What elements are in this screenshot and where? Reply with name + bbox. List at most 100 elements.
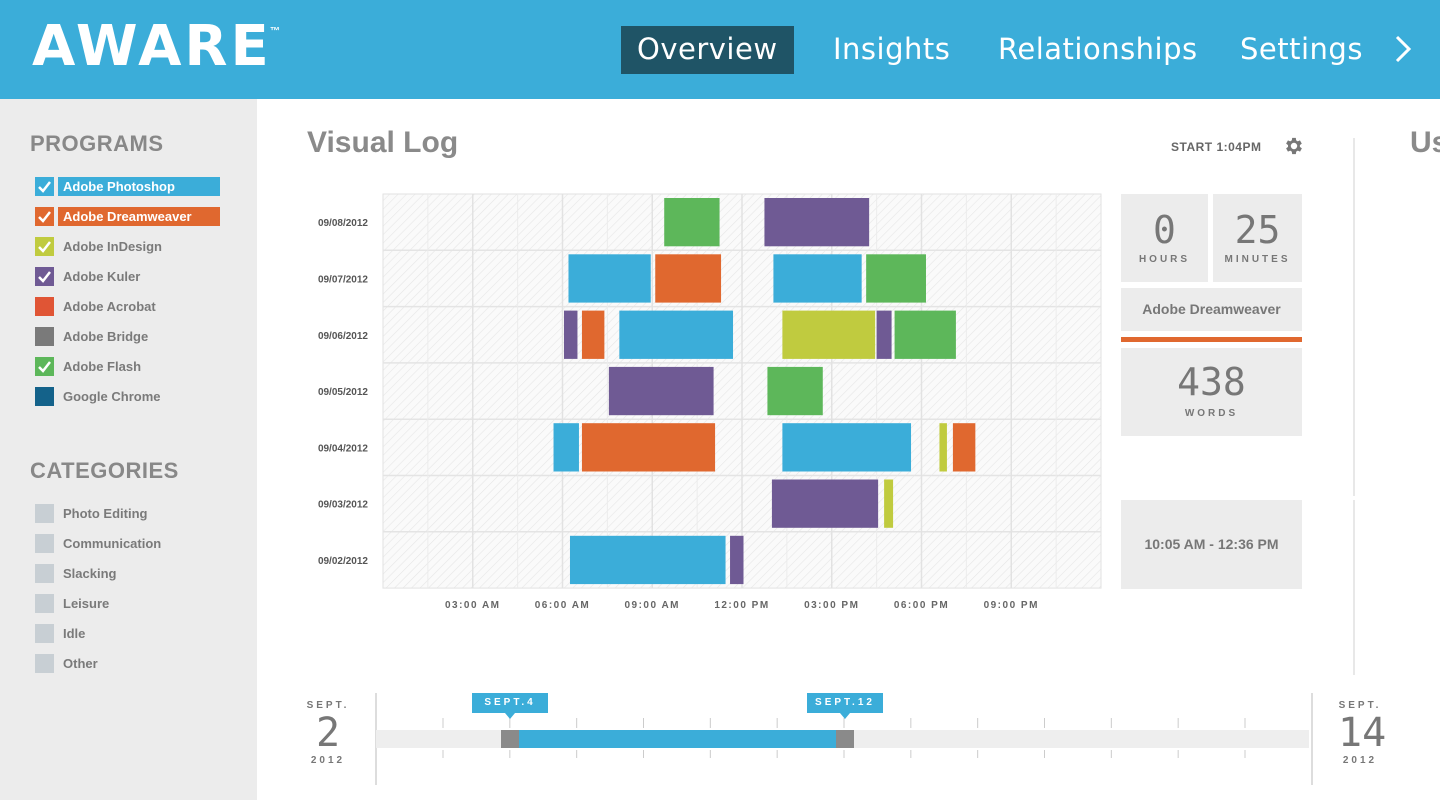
categories-heading: CATEGORIES (30, 458, 179, 483)
category-label: Communication (63, 535, 162, 551)
program-item-adobe-indesign[interactable]: Adobe InDesign (35, 236, 167, 256)
activity-bar (894, 310, 956, 359)
activity-bar (730, 535, 744, 585)
selected-range-bar (519, 730, 845, 748)
row-date-label: 09/07/2012 (318, 274, 368, 285)
checkbox-checked-icon[interactable] (35, 176, 54, 196)
activity-bar (581, 423, 716, 472)
column-divider (1353, 500, 1355, 675)
category-checkbox[interactable] (35, 653, 54, 673)
category-checkbox[interactable] (35, 503, 54, 523)
program-label: Google Chrome (63, 388, 161, 404)
activity-bar (952, 423, 976, 472)
activity-bar (664, 198, 720, 247)
program-item-google-chrome[interactable]: Google Chrome (35, 386, 166, 406)
x-tick-label: 12:00 PM (714, 600, 769, 611)
checkbox-color-swatch[interactable] (35, 326, 54, 346)
program-item-adobe-kuler[interactable]: Adobe Kuler (35, 266, 145, 286)
activity-bar (773, 254, 862, 303)
row-date-label: 09/06/2012 (318, 331, 368, 342)
x-tick-label: 09:00 AM (624, 600, 680, 611)
hours-value: 0 (1153, 208, 1176, 252)
nav-tab-relationships[interactable]: Relationships (998, 26, 1198, 74)
nav-tab-insights[interactable]: Insights (833, 26, 950, 74)
category-label: Leisure (63, 595, 110, 611)
checkbox-checked-icon[interactable] (35, 266, 54, 286)
words-stat: 438 WORDS (1121, 348, 1302, 436)
program-item-adobe-photoshop[interactable]: Adobe Photoshop (35, 176, 220, 196)
category-item-photo-editing[interactable]: Photo Editing (35, 503, 152, 523)
program-label: Adobe Dreamweaver (58, 206, 220, 226)
program-label: Adobe Flash (63, 358, 142, 374)
range-start-flag[interactable]: SEPT.4 (472, 693, 548, 719)
program-item-adobe-acrobat[interactable]: Adobe Acrobat (35, 296, 161, 316)
sidebar (0, 99, 257, 800)
checkbox-checked-icon[interactable] (35, 206, 54, 226)
activity-bar (771, 479, 879, 528)
selected-program-color-bar (1121, 337, 1302, 342)
category-checkbox[interactable] (35, 533, 54, 553)
category-item-leisure[interactable]: Leisure (35, 593, 114, 613)
activity-bar (563, 310, 578, 359)
program-label: Adobe Kuler (63, 268, 141, 284)
x-tick-label: 03:00 PM (804, 600, 859, 611)
nav-tab-settings[interactable]: Settings (1240, 26, 1363, 74)
category-label: Photo Editing (63, 505, 148, 521)
activity-bar (884, 479, 894, 528)
row-date-label: 09/05/2012 (318, 387, 368, 398)
activity-bar (876, 310, 892, 359)
selected-program-box: Adobe Dreamweaver (1121, 288, 1302, 331)
program-item-adobe-flash[interactable]: Adobe Flash (35, 356, 146, 376)
visual-log-chart: 03:00 AM 06:00 AM 09:00 AM 12:00 PM 03:00 PM… (318, 193, 1102, 611)
category-checkbox[interactable] (35, 563, 54, 583)
category-label: Idle (63, 625, 86, 641)
time-range-text: 10:05 AM - 12:36 PM (1144, 536, 1279, 552)
activity-bar (764, 198, 870, 247)
timeline-end-day: 14 (1338, 710, 1387, 756)
right-panel-title: Us (1410, 126, 1440, 159)
hours-label: HOURS (1138, 254, 1191, 265)
category-checkbox[interactable] (35, 623, 54, 643)
minutes-stat: 25 MINUTES (1213, 194, 1302, 282)
gear-icon[interactable] (1283, 135, 1305, 157)
minutes-value: 25 (1234, 208, 1281, 252)
timeline-start-day: 2 (315, 710, 341, 756)
row-date-label: 09/02/2012 (318, 556, 368, 567)
category-item-other[interactable]: Other (35, 653, 103, 673)
range-start-handle (501, 730, 519, 748)
x-tick-label: 06:00 PM (894, 600, 949, 611)
category-item-slacking[interactable]: Slacking (35, 563, 121, 583)
checkbox-checked-icon[interactable] (35, 236, 54, 256)
words-label: WORDS (1184, 408, 1239, 419)
category-checkbox[interactable] (35, 593, 54, 613)
timeline-end-year: 2012 (1342, 755, 1378, 766)
page-title: Visual Log (307, 126, 459, 159)
row-date-label: 09/04/2012 (318, 443, 368, 454)
chevron-right-icon[interactable] (1392, 34, 1414, 64)
range-end-handle (836, 730, 854, 748)
top-nav-bar: AWARE ™ Overview Insights Relationships … (0, 0, 1440, 99)
program-label: Adobe Bridge (63, 328, 149, 344)
nav-tab-overview[interactable]: Overview (621, 26, 794, 74)
checkbox-checked-icon[interactable] (35, 356, 54, 376)
start-time-label: START 1:04PM (1171, 140, 1262, 154)
program-item-adobe-dreamweaver[interactable]: Adobe Dreamweaver (35, 206, 220, 226)
checkbox-color-swatch[interactable] (35, 296, 54, 316)
minutes-label: MINUTES (1224, 254, 1291, 265)
category-item-idle[interactable]: Idle (35, 623, 90, 643)
program-label: Adobe Photoshop (58, 176, 220, 196)
category-label: Slacking (63, 565, 117, 581)
column-divider (1353, 138, 1355, 496)
category-item-communication[interactable]: Communication (35, 533, 166, 553)
timeline-start-year: 2012 (310, 755, 346, 766)
checkbox-color-swatch[interactable] (35, 386, 54, 406)
row-date-label: 09/08/2012 (318, 218, 368, 229)
app-logo[interactable]: AWARE (32, 18, 272, 76)
range-end-flag[interactable]: SEPT.12 (807, 693, 883, 719)
programs-heading: PROGRAMS (30, 131, 164, 156)
program-item-adobe-bridge[interactable]: Adobe Bridge (35, 326, 153, 346)
activity-bar (553, 423, 579, 472)
activity-bar (767, 366, 823, 416)
timeline-end-date: SEPT. 14 2012 (1338, 700, 1387, 766)
x-tick-label: 06:00 AM (535, 600, 591, 611)
